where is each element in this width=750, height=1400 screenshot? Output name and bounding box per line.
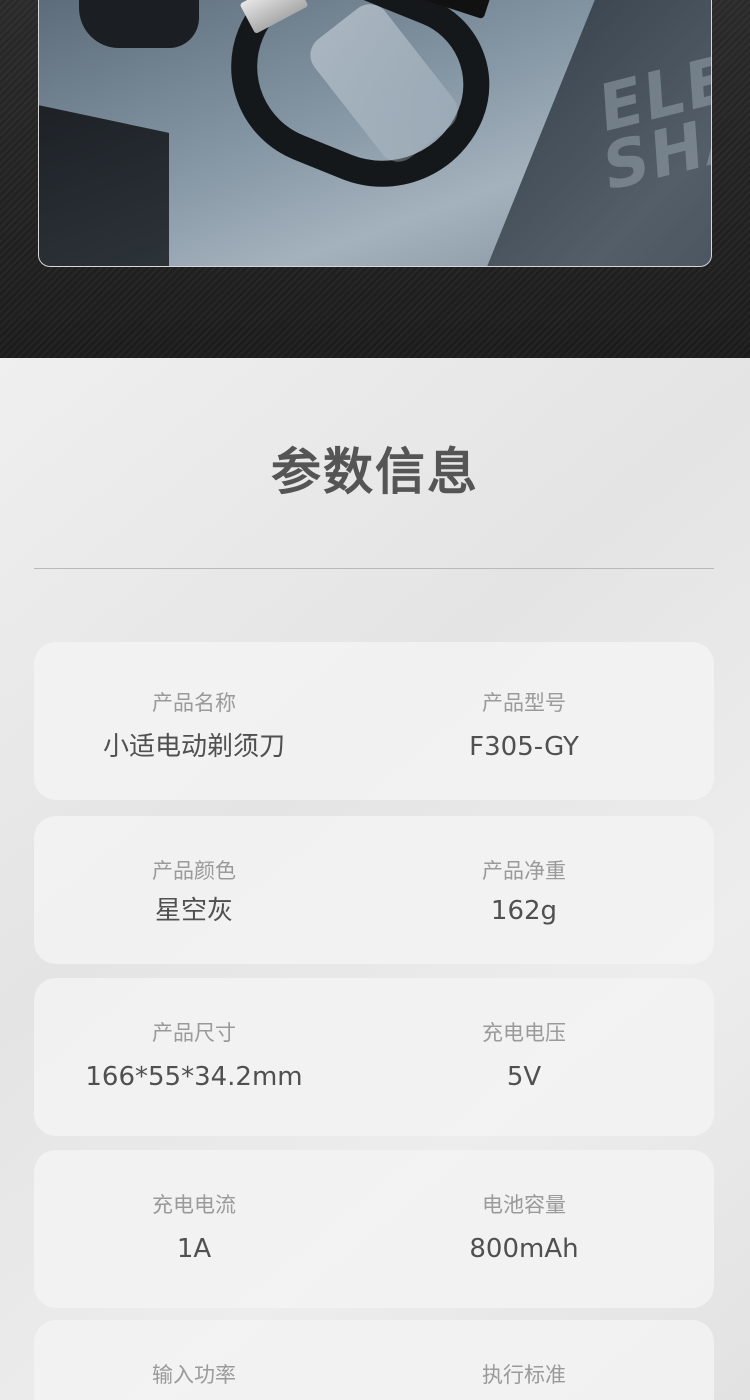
spec-cell: 输入功率 [34, 1360, 354, 1390]
spec-cell: 电池容量 800mAh [364, 1190, 684, 1266]
spec-card: 产品名称 小适电动剃须刀 产品型号 F305-GY [34, 642, 714, 800]
spec-label: 产品净重 [482, 859, 566, 883]
spec-label: 产品名称 [152, 691, 236, 715]
spec-value: 小适电动剃须刀 [102, 732, 285, 762]
spec-value: 800mAh [469, 1234, 579, 1264]
spec-value: 星空灰 [154, 896, 233, 926]
spec-cell: 产品名称 小适电动剃须刀 [34, 688, 354, 764]
spec-label: 输入功率 [152, 1363, 236, 1387]
spec-card: 产品颜色 星空灰 产品净重 162g [34, 816, 714, 964]
spec-label: 电池容量 [482, 1193, 566, 1217]
spec-cell: 执行标准 [364, 1360, 684, 1390]
spec-label: 产品型号 [482, 691, 566, 715]
section-title: 参数信息 [271, 443, 479, 501]
spec-cell: 产品型号 F305-GY [364, 688, 684, 764]
spec-card: 充电电流 1A 电池容量 800mAh [34, 1150, 714, 1308]
spec-value: 166*55*34.2mm [85, 1062, 303, 1092]
spec-value: 162g [490, 896, 558, 926]
spec-label: 充电电压 [482, 1021, 566, 1045]
hero-banner: ELE SHA [0, 0, 750, 358]
charger-box [39, 103, 169, 266]
spec-cell: 充电电压 5V [364, 1018, 684, 1094]
spec-label: 充电电流 [152, 1193, 236, 1217]
spec-label: 产品尺寸 [152, 1021, 236, 1045]
product-photo: ELE SHA [38, 0, 712, 267]
divider [34, 568, 714, 569]
spec-card: 产品尺寸 166*55*34.2mm 充电电压 5V [34, 978, 714, 1136]
spec-value: F305-GY [469, 732, 579, 762]
charger-block [79, 0, 199, 48]
spec-cell: 产品尺寸 166*55*34.2mm [34, 1018, 354, 1094]
spec-cell: 充电电流 1A [34, 1190, 354, 1266]
spec-cell: 产品颜色 星空灰 [34, 856, 354, 928]
spec-value: 1A [176, 1234, 212, 1264]
spec-value: 5V [506, 1062, 542, 1092]
spec-label: 执行标准 [482, 1363, 566, 1387]
spec-cell: 产品净重 162g [364, 856, 684, 928]
spec-label: 产品颜色 [152, 859, 236, 883]
spec-card: 输入功率 执行标准 [34, 1320, 714, 1400]
